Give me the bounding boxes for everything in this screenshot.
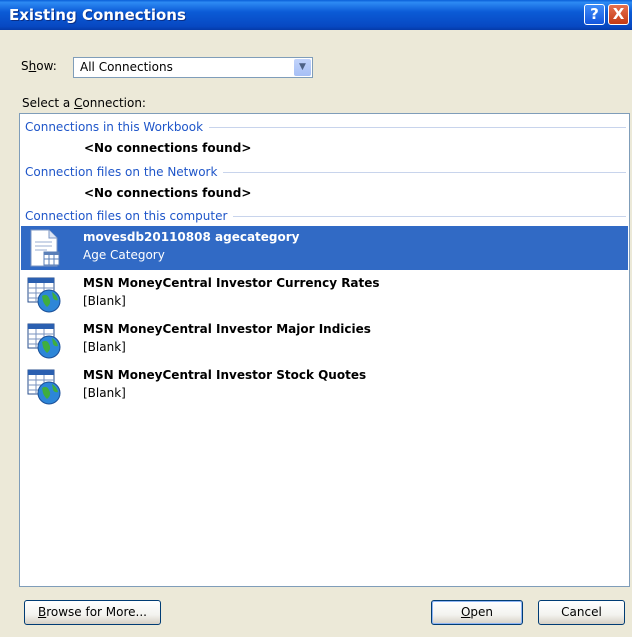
help-button[interactable]: ? [584,4,605,25]
connection-item[interactable]: MSN MoneyCentral Investor Currency Rates… [21,272,628,316]
select-connection-label: Select a Connection: [22,96,146,110]
connection-description: Age Category [83,248,165,262]
connection-description: [Blank] [83,386,126,400]
web-query-icon [27,277,61,313]
section-header-network: Connection files on the Network [25,165,626,179]
connection-description: [Blank] [83,294,126,308]
connection-item[interactable]: MSN MoneyCentral Investor Major Indicies… [21,318,628,362]
title-bar: Existing Connections ? X [0,0,632,30]
browse-for-more-button[interactable]: Browse for More... [24,600,161,625]
connection-name: MSN MoneyCentral Investor Currency Rates [83,276,380,290]
no-connections-text: <No connections found> [84,186,252,200]
close-icon: X [612,5,625,23]
connection-item[interactable]: MSN MoneyCentral Investor Stock Quotes [… [21,364,628,408]
web-query-icon [27,323,61,359]
connection-item[interactable]: movesdb20110808 agecategory Age Category [21,226,628,270]
show-dropdown[interactable]: All Connections ▼ [73,57,313,78]
section-header-workbook: Connections in this Workbook [25,120,626,134]
connection-name: movesdb20110808 agecategory [83,230,300,244]
connection-list[interactable]: Connections in this Workbook <No connect… [19,113,630,587]
connection-name: MSN MoneyCentral Investor Major Indicies [83,322,371,336]
show-label: Show: [21,59,57,73]
connection-name: MSN MoneyCentral Investor Stock Quotes [83,368,367,382]
window-title: Existing Connections [9,6,186,24]
close-button[interactable]: X [608,4,629,25]
help-icon: ? [590,5,599,23]
cancel-button[interactable]: Cancel [538,600,625,625]
odc-file-icon [30,229,60,267]
web-query-icon [27,369,61,405]
section-header-computer: Connection files on this computer [25,209,626,223]
no-connections-text: <No connections found> [84,141,252,155]
connection-description: [Blank] [83,340,126,354]
show-dropdown-value: All Connections [80,60,173,74]
open-button[interactable]: Open [431,600,523,625]
chevron-down-icon[interactable]: ▼ [294,59,311,76]
